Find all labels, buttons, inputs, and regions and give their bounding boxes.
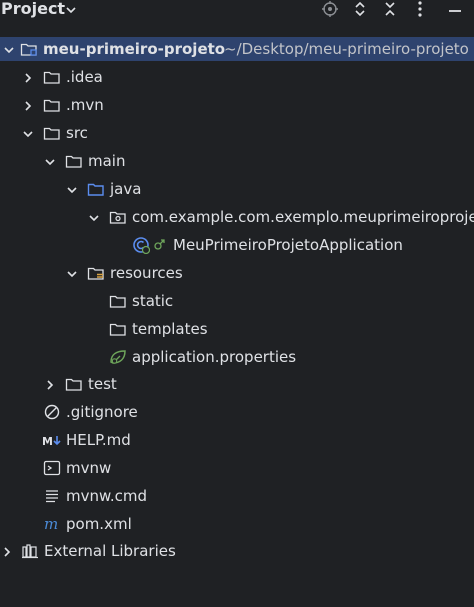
project-title[interactable]: Project bbox=[1, 0, 65, 19]
tree-item-label: main bbox=[88, 152, 126, 170]
ignore-file-icon bbox=[43, 403, 61, 421]
folder-icon bbox=[109, 320, 127, 338]
package-icon bbox=[109, 208, 127, 226]
markdown-icon: M bbox=[42, 431, 64, 449]
hide-icon[interactable] bbox=[445, 0, 465, 19]
chevron-right-icon[interactable] bbox=[21, 70, 35, 84]
folder-icon bbox=[43, 96, 61, 114]
tree-item-label: mvnw bbox=[66, 459, 112, 477]
tree-item-label: src bbox=[66, 124, 88, 142]
tree-item-label: HELP.md bbox=[66, 431, 131, 449]
module-folder-icon bbox=[20, 40, 38, 58]
chevron-down-icon[interactable] bbox=[65, 266, 79, 280]
maven-icon: m bbox=[43, 515, 61, 533]
expand-all-icon[interactable] bbox=[350, 0, 370, 19]
project-header: Project bbox=[0, 0, 474, 22]
project-path: ~/Desktop/meu-primeiro-projeto bbox=[224, 40, 469, 58]
tree-item-label: static bbox=[132, 292, 174, 310]
tree-item-label: application.properties bbox=[132, 348, 297, 366]
tree-item-label: External Libraries bbox=[44, 542, 176, 560]
tree-item-label: resources bbox=[110, 264, 183, 282]
tree-item-help-md[interactable]: M HELP.md bbox=[0, 428, 474, 452]
chevron-down-icon[interactable] bbox=[87, 210, 101, 224]
tree-item-label: java bbox=[110, 180, 142, 198]
tree-item-idea[interactable]: .idea bbox=[0, 65, 474, 89]
tree-item-test[interactable]: test bbox=[0, 372, 474, 396]
folder-icon bbox=[65, 375, 83, 393]
text-file-icon bbox=[43, 487, 61, 505]
tree-item-application-properties[interactable]: application.properties bbox=[0, 345, 474, 369]
chevron-down-icon[interactable] bbox=[65, 182, 79, 196]
collapse-all-icon[interactable] bbox=[380, 0, 400, 19]
tree-item-label: pom.xml bbox=[66, 515, 132, 533]
tree-item-gitignore[interactable]: .gitignore bbox=[0, 400, 474, 424]
tree-item-static[interactable]: static bbox=[0, 289, 474, 313]
tree-item-label: mvnw.cmd bbox=[66, 487, 148, 505]
tree-item-label: com.example.com.exemplo.meuprimeiroproje… bbox=[132, 208, 474, 226]
run-gutter-icon bbox=[153, 236, 167, 250]
more-options-icon[interactable] bbox=[410, 0, 430, 19]
source-folder-icon bbox=[87, 180, 105, 198]
tree-item-label: .mvn bbox=[66, 96, 104, 114]
chevron-down-icon[interactable] bbox=[21, 126, 35, 140]
tree-item-mvn[interactable]: .mvn bbox=[0, 93, 474, 117]
tree-item-mvnw[interactable]: mvnw bbox=[0, 456, 474, 480]
tree-item-root[interactable]: meu-primeiro-projeto ~/Desktop/meu-prime… bbox=[0, 37, 474, 61]
tree-item-pom-xml[interactable]: m pom.xml bbox=[0, 512, 474, 536]
spring-properties-icon bbox=[109, 348, 127, 366]
folder-icon bbox=[43, 68, 61, 86]
svg-text:M: M bbox=[42, 435, 53, 448]
chevron-down-icon[interactable] bbox=[64, 2, 78, 16]
tree-item-main[interactable]: main bbox=[0, 149, 474, 173]
tree-item-templates[interactable]: templates bbox=[0, 317, 474, 341]
tree-item-mvnw-cmd[interactable]: mvnw.cmd bbox=[0, 484, 474, 508]
folder-icon bbox=[43, 124, 61, 142]
tree-item-resources[interactable]: resources bbox=[0, 261, 474, 285]
tree-item-label: test bbox=[88, 375, 117, 393]
chevron-right-icon[interactable] bbox=[21, 98, 35, 112]
svg-text:m: m bbox=[44, 515, 58, 533]
chevron-right-icon[interactable] bbox=[43, 377, 57, 391]
tree-item-src[interactable]: src bbox=[0, 121, 474, 145]
shell-script-icon bbox=[43, 459, 61, 477]
tree-item-label: MeuPrimeiroProjetoApplication bbox=[173, 236, 403, 254]
spring-class-icon bbox=[132, 236, 151, 255]
resources-folder-icon bbox=[87, 264, 105, 282]
chevron-down-icon[interactable] bbox=[43, 154, 57, 168]
tree-item-label: templates bbox=[132, 320, 208, 338]
tree-item-app-class[interactable]: MeuPrimeiroProjetoApplication bbox=[0, 233, 474, 257]
chevron-down-icon[interactable] bbox=[2, 42, 16, 56]
library-icon bbox=[21, 542, 39, 560]
tree-item-label: meu-primeiro-projeto bbox=[43, 40, 226, 58]
tree-item-java[interactable]: java bbox=[0, 177, 474, 201]
locate-icon[interactable] bbox=[320, 0, 340, 19]
tree-item-label: .idea bbox=[66, 68, 103, 86]
tree-item-package[interactable]: com.example.com.exemplo.meuprimeiroproje… bbox=[0, 205, 474, 229]
tree-item-label: .gitignore bbox=[66, 403, 138, 421]
project-tool-window: Project meu-primeiro-projeto ~/Desktop/m… bbox=[0, 0, 474, 607]
chevron-right-icon[interactable] bbox=[0, 544, 14, 558]
folder-icon bbox=[65, 152, 83, 170]
folder-icon bbox=[109, 292, 127, 310]
tree-item-external-libraries[interactable]: External Libraries bbox=[0, 539, 474, 563]
